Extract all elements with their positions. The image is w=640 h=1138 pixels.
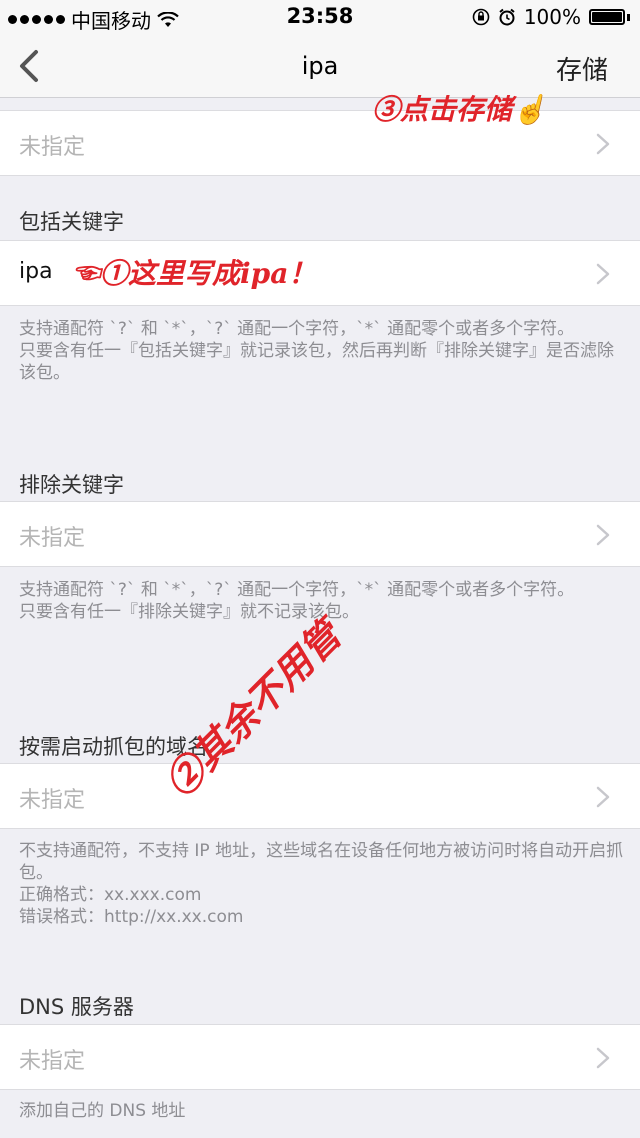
chevron-right-icon (596, 133, 610, 155)
save-button[interactable]: 存储 (556, 50, 608, 87)
capture-domains-note: 不支持通配符，不支持 IP 地址，这些域名在设备任何地方被访问时将自动开启抓包。… (19, 840, 624, 928)
chevron-left-icon (20, 50, 38, 82)
exclude-note-line-1: 支持通配符 `?` 和 `*`，`?` 通配一个字符，`*` 通配零个或者多个字… (19, 580, 575, 600)
domain-note-line-2: 正确格式：xx.xxx.com (19, 885, 202, 905)
include-keywords-value: ipa (19, 259, 53, 284)
chevron-right-icon (596, 786, 610, 808)
battery-icon (589, 9, 625, 25)
top-value: 未指定 (19, 135, 86, 160)
status-bar: 中国移动 23:58 100% (0, 0, 640, 34)
page-title: ipa (301, 52, 339, 80)
annotation-step-3: ③点击存储☝ (372, 93, 547, 126)
alarm-icon (499, 8, 515, 26)
battery-tip (627, 13, 630, 21)
orientation-lock-icon (472, 8, 490, 26)
domain-note-line-1: 不支持通配符，不支持 IP 地址，这些域名在设备任何地方被访问时将自动开启抓包。 (19, 841, 624, 883)
include-note-line-1: 支持通配符 `?` 和 `*`，`?` 通配一个字符，`*` 通配零个或者多个字… (19, 319, 575, 339)
back-button[interactable] (12, 44, 52, 88)
include-keywords-title: 包括关键字 (19, 210, 124, 234)
exclude-keywords-row[interactable]: 未指定 (0, 501, 640, 567)
chevron-right-icon (596, 263, 610, 285)
chevron-right-icon (596, 524, 610, 546)
exclude-keywords-title: 排除关键字 (19, 473, 124, 497)
exclude-keywords-value: 未指定 (19, 526, 86, 551)
include-keywords-note: 支持通配符 `?` 和 `*`，`?` 通配一个字符，`*` 通配零个或者多个字… (19, 318, 624, 384)
dns-server-row[interactable]: 未指定 (0, 1024, 640, 1090)
dns-server-note: 添加自己的 DNS 地址 (19, 1101, 186, 1121)
capture-domains-row[interactable]: 未指定 (0, 763, 640, 829)
include-note-line-2: 只要含有任一『包括关键字』就记录该包，然后再判断『排除关键字』是否滤除该包。 (19, 341, 614, 383)
dns-server-title: DNS 服务器 (19, 995, 134, 1019)
status-right: 100% (472, 5, 630, 29)
battery-percent: 100% (523, 5, 581, 29)
capture-domains-value: 未指定 (19, 788, 86, 813)
chevron-right-icon (596, 1047, 610, 1069)
domain-note-line-3: 错误格式：http://xx.xx.com (19, 907, 244, 927)
annotation-step-1: ☜①这里写成ipa！ (72, 257, 317, 290)
dns-server-value: 未指定 (19, 1049, 86, 1074)
